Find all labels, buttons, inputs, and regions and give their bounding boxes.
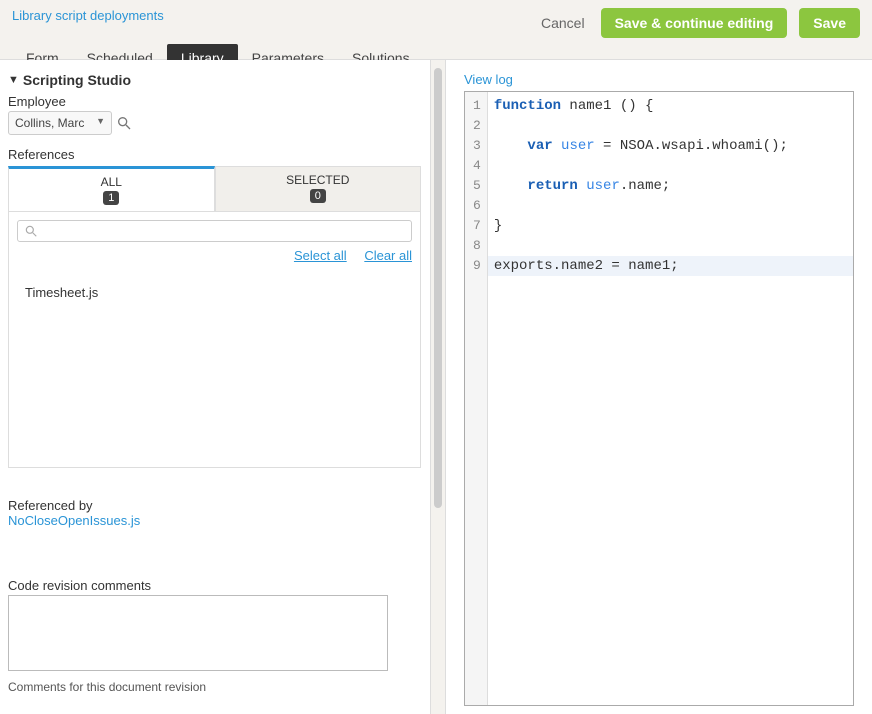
code-line[interactable]: }: [488, 216, 853, 236]
referenced-by-label: Referenced by: [8, 498, 421, 513]
section-title-text: Scripting Studio: [23, 72, 131, 88]
code-line[interactable]: return user.name;: [488, 176, 853, 196]
comments-label: Code revision comments: [8, 578, 421, 593]
references-search-input[interactable]: [42, 224, 405, 238]
code-gutter: 1 2 3 4 5 6 7 8 9: [465, 92, 488, 705]
line-number: 8: [473, 236, 481, 256]
references-tab-selected-count: 0: [310, 189, 326, 203]
cancel-button[interactable]: Cancel: [537, 9, 589, 37]
line-number: 7: [473, 216, 481, 236]
code-line[interactable]: [488, 196, 853, 216]
save-continue-button[interactable]: Save & continue editing: [601, 8, 788, 38]
line-number: 3: [473, 136, 481, 156]
comments-textarea[interactable]: [8, 595, 388, 671]
code-line[interactable]: var user = NSOA.wsapi.whoami();: [488, 136, 853, 156]
references-search[interactable]: [17, 220, 412, 242]
clear-all-link[interactable]: Clear all: [364, 248, 412, 263]
line-number: 6: [473, 196, 481, 216]
references-tab-all[interactable]: ALL 1: [8, 166, 215, 211]
references-tabs: ALL 1 SELECTED 0: [8, 166, 421, 212]
header: Library script deployments Cancel Save &…: [0, 0, 872, 60]
references-body: Select all Clear all Timesheet.js: [8, 212, 421, 468]
code-line[interactable]: [488, 236, 853, 256]
comments-hint: Comments for this document revision: [8, 680, 421, 694]
reference-item[interactable]: Timesheet.js: [17, 281, 412, 304]
code-line[interactable]: [488, 156, 853, 176]
right-panel: View log 1 2 3 4 5 6 7 8 9 function name…: [446, 60, 872, 714]
section-title[interactable]: ▼ Scripting Studio: [8, 72, 421, 88]
code-line[interactable]: [488, 116, 853, 136]
line-number: 5: [473, 176, 481, 196]
line-number: 9: [473, 256, 481, 276]
left-panel: ▼ Scripting Studio Employee Collins, Mar…: [0, 60, 430, 714]
header-actions: Cancel Save & continue editing Save: [537, 8, 860, 38]
references-tab-selected[interactable]: SELECTED 0: [215, 166, 422, 211]
employee-label: Employee: [8, 94, 421, 109]
breadcrumb-link[interactable]: Library script deployments: [12, 8, 164, 23]
references-tab-all-count: 1: [103, 191, 119, 205]
employee-select-value: Collins, Marc: [15, 116, 84, 130]
line-number: 4: [473, 156, 481, 176]
panel-divider[interactable]: [430, 60, 446, 714]
line-number: 2: [473, 116, 481, 136]
code-line[interactable]: exports.name2 = name1;: [488, 256, 853, 276]
employee-select[interactable]: Collins, Marc ▼: [8, 111, 112, 135]
references-label: References: [8, 147, 421, 162]
collapse-arrow-icon: ▼: [8, 74, 19, 86]
save-button[interactable]: Save: [799, 8, 860, 38]
referenced-by-link[interactable]: NoCloseOpenIssues.js: [8, 513, 140, 528]
references-tab-selected-label: SELECTED: [220, 173, 417, 187]
line-number: 1: [473, 96, 481, 116]
references-tab-all-label: ALL: [13, 175, 210, 189]
search-icon[interactable]: [116, 115, 132, 131]
select-all-link[interactable]: Select all: [294, 248, 347, 263]
code-editor[interactable]: 1 2 3 4 5 6 7 8 9 function name1 () { va…: [464, 91, 854, 706]
view-log-link[interactable]: View log: [464, 72, 854, 87]
code-lines[interactable]: function name1 () { var user = NSOA.wsap…: [488, 92, 853, 705]
code-line[interactable]: function name1 () {: [488, 96, 853, 116]
